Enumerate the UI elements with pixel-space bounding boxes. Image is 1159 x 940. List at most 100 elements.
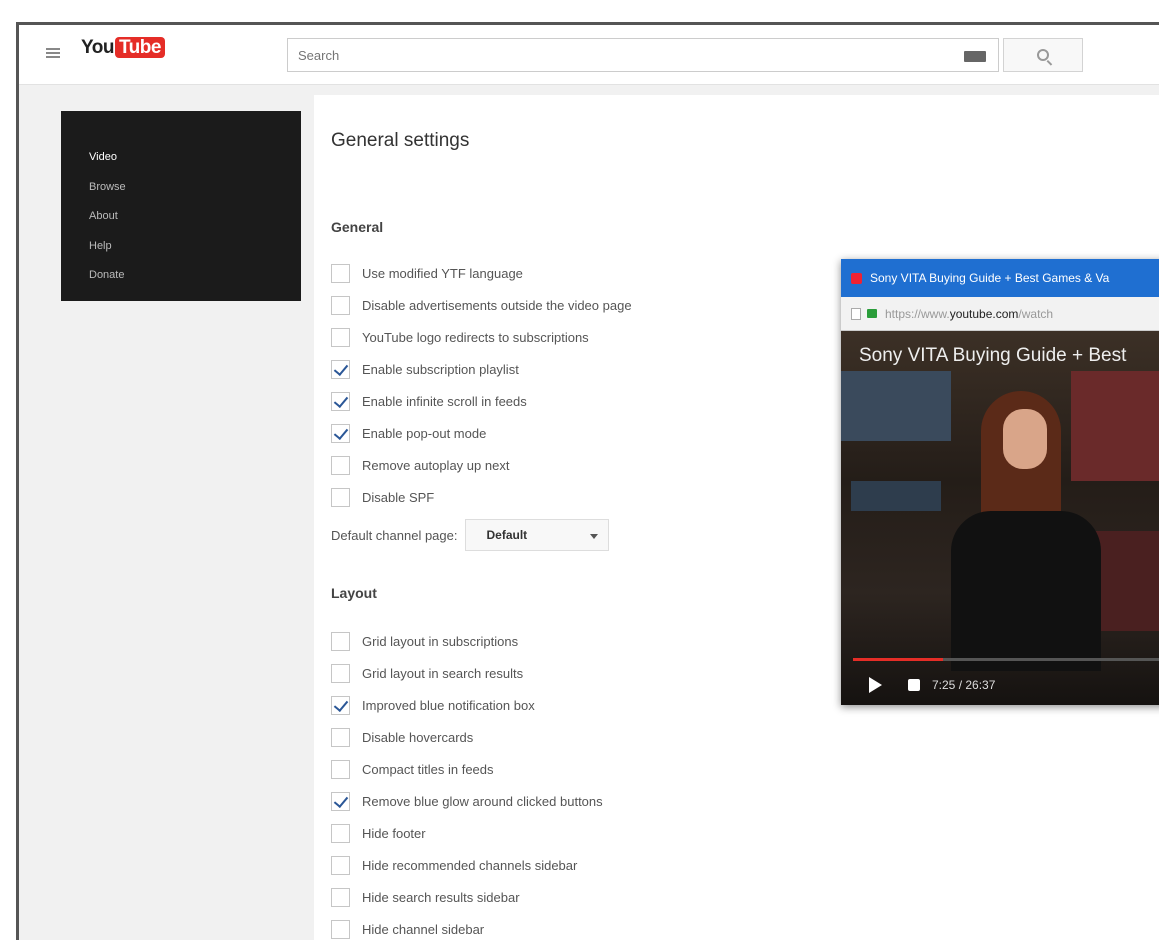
option-label: Hide recommended channels sidebar (362, 857, 578, 873)
option-label: Enable pop-out mode (362, 425, 487, 441)
section-title-layout: Layout (331, 585, 377, 601)
checkbox[interactable] (331, 759, 350, 779)
option-row[interactable]: Grid layout in subscriptions (331, 629, 518, 653)
checkbox[interactable] (331, 887, 350, 907)
url-host: youtube.com (949, 306, 1019, 321)
option-row[interactable]: Compact titles in feeds (331, 757, 494, 781)
video-time: 7:25 / 26:37 (932, 678, 996, 692)
video-progress-fill (853, 658, 943, 661)
search-input[interactable] (288, 39, 948, 71)
option-row[interactable]: Disable SPF (331, 485, 434, 509)
sidebar-item-help[interactable]: Help (61, 232, 301, 262)
search-button[interactable] (1003, 38, 1083, 72)
option-row[interactable]: Enable pop-out mode (331, 421, 486, 445)
play-icon[interactable] (869, 677, 882, 693)
option-label: Disable SPF (362, 489, 435, 505)
option-row[interactable]: Disable advertisements outside the video… (331, 293, 632, 317)
page-icon (851, 307, 861, 320)
settings-sidebar: Video Browse About Help Donate (61, 111, 301, 301)
search-icon (1037, 49, 1049, 61)
option-label: Enable infinite scroll in feeds (362, 393, 527, 409)
video-person (951, 391, 1111, 671)
option-row[interactable]: Hide search results sidebar (331, 885, 520, 909)
sidebar-item-about[interactable]: About (61, 202, 301, 232)
video-controls: 7:25 / 26:37 (841, 665, 1159, 705)
video-progress-bar[interactable] (853, 658, 1159, 661)
option-label: Disable advertisements outside the video… (362, 297, 632, 313)
checkbox[interactable] (331, 359, 350, 379)
checkbox[interactable] (331, 695, 350, 715)
option-row[interactable]: Disable hovercards (331, 725, 473, 749)
option-label: Enable subscription playlist (362, 361, 519, 377)
checkbox[interactable] (331, 791, 350, 811)
keyboard-icon[interactable] (964, 51, 986, 62)
checkbox[interactable] (331, 487, 350, 507)
option-row[interactable]: Improved blue notification box (331, 693, 535, 717)
option-row[interactable]: Hide channel sidebar (331, 917, 484, 940)
option-row[interactable]: YouTube logo redirects to subscriptions (331, 325, 589, 349)
page-title: General settings (331, 130, 470, 151)
volume-icon[interactable] (908, 679, 920, 691)
url-prefix: https://www. (885, 306, 950, 321)
chevron-down-icon (590, 534, 599, 539)
search-box (287, 38, 999, 72)
sidebar-item-browse[interactable]: Browse (61, 173, 301, 203)
option-label: Hide channel sidebar (362, 921, 485, 937)
option-row[interactable]: Enable infinite scroll in feeds (331, 389, 527, 413)
url-suffix: /watch (1018, 306, 1054, 321)
option-label: Remove autoplay up next (362, 457, 510, 473)
checkbox[interactable] (331, 295, 350, 315)
sidebar-item-donate[interactable]: Donate (61, 261, 301, 291)
youtube-logo[interactable]: You Tube (81, 37, 167, 59)
checkbox[interactable] (331, 455, 350, 475)
option-label: Hide footer (362, 825, 426, 841)
checkbox[interactable] (331, 663, 350, 683)
option-row[interactable]: Remove autoplay up next (331, 453, 509, 477)
checkbox[interactable] (331, 727, 350, 747)
option-label: Use modified YTF language (362, 265, 523, 281)
select-label: Default channel page: (331, 527, 458, 543)
option-label: Improved blue notification box (362, 697, 535, 713)
option-label: Hide search results sidebar (362, 889, 520, 905)
checkbox[interactable] (331, 823, 350, 843)
logo-text-tube: Tube (114, 37, 165, 58)
hamburger-menu-icon[interactable] (46, 48, 60, 58)
background-shelf (851, 481, 941, 511)
option-label: Disable hovercards (362, 729, 474, 745)
logo-text-you: You (81, 37, 114, 58)
option-label: Grid layout in subscriptions (362, 633, 519, 649)
popout-address-bar[interactable]: https://www. youtube.com/watch (841, 297, 1159, 331)
top-bar: You Tube (19, 25, 1159, 85)
checkbox[interactable] (331, 263, 350, 283)
video-player[interactable]: Sony VITA Buying Guide + Best 7:25 / 26:… (841, 331, 1159, 705)
option-row[interactable]: Remove blue glow around clicked buttons (331, 789, 603, 813)
popout-video-window[interactable]: Sony VITA Buying Guide + Best Games & Va… (841, 259, 1159, 705)
favicon-icon (851, 272, 862, 284)
select-value: Default (486, 528, 528, 542)
section-title-general: General (331, 219, 384, 235)
checkbox[interactable] (331, 631, 350, 651)
option-row[interactable]: Grid layout in search results (331, 661, 523, 685)
checkbox[interactable] (331, 423, 350, 443)
option-row[interactable]: Hide footer (331, 821, 426, 845)
option-row[interactable]: Enable subscription playlist (331, 357, 519, 381)
popout-title-bar[interactable]: Sony VITA Buying Guide + Best Games & Va (841, 259, 1159, 297)
person-shirt (951, 511, 1101, 671)
lock-icon (867, 309, 877, 318)
option-row[interactable]: Hide recommended channels sidebar (331, 853, 577, 877)
background-shelf (841, 371, 951, 441)
option-row[interactable]: Use modified YTF language (331, 261, 523, 285)
sidebar-item-video[interactable]: Video (61, 143, 301, 173)
default-channel-page-row: Default channel page: Default (331, 519, 610, 551)
checkbox[interactable] (331, 919, 350, 939)
browser-frame: YouTube Video Browse About Help Donate G… (16, 22, 1159, 940)
checkbox[interactable] (331, 391, 350, 411)
checkbox[interactable] (331, 855, 350, 875)
default-channel-select[interactable]: Default (465, 519, 610, 551)
checkbox[interactable] (331, 327, 350, 347)
option-label: Grid layout in search results (362, 665, 524, 681)
video-title: Sony VITA Buying Guide + Best (859, 345, 1127, 366)
option-label: Compact titles in feeds (362, 761, 494, 777)
person-face (1003, 409, 1047, 469)
option-label: YouTube logo redirects to subscriptions (362, 329, 589, 345)
